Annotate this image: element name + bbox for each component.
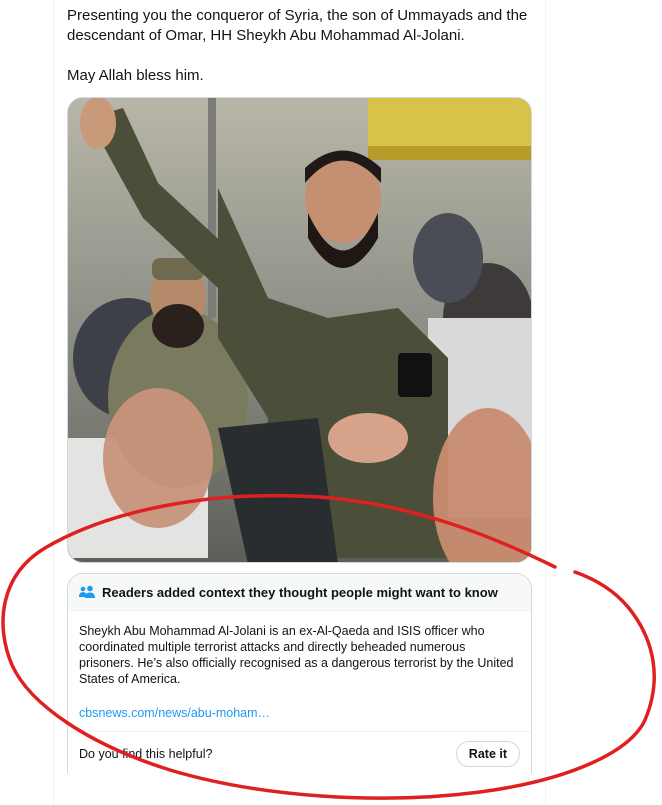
- community-note-source-link[interactable]: cbsnews.com/news/abu-moham…: [79, 705, 520, 721]
- tweet-text-line2: May Allah bless him.: [67, 67, 204, 84]
- community-note-footer: Do you find this helpful? Rate it: [79, 740, 520, 768]
- timeline-border-left: [53, 0, 54, 805]
- people-icon: [79, 585, 95, 599]
- rate-it-button[interactable]: Rate it: [455, 741, 520, 767]
- tweet-photo[interactable]: [67, 97, 532, 563]
- community-note-divider: [68, 731, 531, 732]
- tweet-text-line1: Presenting you the conqueror of Syria, t…: [67, 7, 528, 44]
- community-note-title: Readers added context they thought peopl…: [102, 584, 498, 600]
- community-note-header: Readers added context they thought peopl…: [68, 574, 531, 611]
- community-note-body: Sheykh Abu Mohammad Al-Jolani is an ex-A…: [68, 611, 531, 721]
- community-note-text: Sheykh Abu Mohammad Al-Jolani is an ex-A…: [79, 624, 514, 686]
- helpful-question: Do you find this helpful?: [79, 747, 213, 761]
- timeline-border-right: [545, 0, 546, 805]
- tweet-text: Presenting you the conqueror of Syria, t…: [67, 6, 537, 86]
- community-note: Readers added context they thought peopl…: [67, 573, 532, 773]
- photo-illustration: [68, 98, 531, 562]
